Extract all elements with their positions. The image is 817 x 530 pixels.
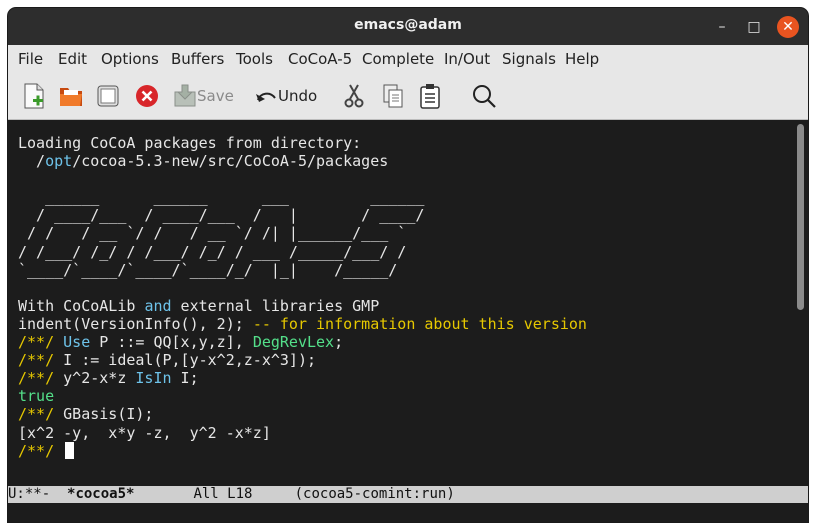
buffer-line: ______ ______ ___ ______ [18, 188, 424, 206]
paste-icon[interactable] [418, 83, 442, 109]
buffer-line: /**/ GBasis(I); [18, 405, 153, 423]
emacs-window: emacs@adam – □ ✕ File Edit Options Buffe… [8, 8, 808, 522]
mode-line-position: All L18 [134, 486, 295, 502]
mode-line-status: U:**- [8, 486, 68, 502]
menu-help[interactable]: Help [565, 50, 599, 68]
cocoa-prompt: /**/ [18, 441, 64, 460]
undo-icon[interactable] [254, 83, 278, 109]
mode-line-buffer-name: *cocoa5* [67, 486, 135, 502]
buffer-text-segment: GBasis(I); [63, 405, 154, 424]
buffer-text-segment: / /___/ /_/ / /___/ /_/ / ___ /_____/___… [18, 242, 407, 261]
buffer-line: / /___/ /_/ / /___/ /_/ / ___ /_____/___… [18, 243, 406, 261]
close-window-button[interactable]: ✕ [777, 16, 799, 38]
search-icon[interactable] [471, 83, 497, 109]
new-file-icon[interactable] [22, 83, 46, 109]
buffer-text-segment: -- for information about this version [252, 314, 587, 333]
buffer-text-segment: With CoCoALib [18, 296, 145, 315]
buffer-text-segment: [x^2 -y, x*y -z, y^2 -x*z] [18, 423, 271, 442]
buffer-text-segment: / / / __ `/ / / __ `/ /| |______/___ ` [18, 224, 407, 243]
buffer-text-segment: true [18, 387, 55, 406]
buffer-text-segment: IsIn [135, 369, 172, 388]
cocoa-prompt: /**/ [18, 351, 64, 370]
buffer-text-segment: Loading CoCoA packages from directory: [18, 134, 362, 152]
maximize-button[interactable]: □ [743, 16, 765, 38]
vertical-scrollbar[interactable] [793, 120, 808, 486]
mode-line-mode: (cocoa5-comint:run) [294, 486, 455, 502]
menu-tools[interactable]: Tools [236, 50, 273, 68]
cocoa-prompt: /**/ [18, 405, 64, 424]
menu-cocoa5[interactable]: CoCoA-5 [288, 50, 352, 68]
tool-bar: Save Undo [8, 73, 808, 120]
title-bar[interactable]: emacs@adam – □ ✕ [8, 8, 808, 45]
buffer-line: /**/ [18, 441, 75, 460]
menu-complete[interactable]: Complete [362, 50, 434, 68]
menu-bar: File Edit Options Buffers Tools CoCoA-5 … [8, 45, 808, 73]
copy-icon[interactable] [381, 83, 405, 109]
window-title: emacs@adam [354, 17, 462, 33]
buffer-text-segment: I; [171, 369, 199, 388]
buffer-text-segment: `____/`____/`____/`____/_/ |_| /_____/ [18, 260, 398, 279]
buffer-line: /**/ y^2-x*z IsIn I; [18, 369, 199, 387]
buffer-text-segment: /cocoa-5.3-new/src/CoCoA-5/packages [72, 152, 389, 171]
buffer-text-segment: I := ideal(P,[y-x^2,z-x^3]); [63, 351, 317, 370]
menu-file[interactable]: File [18, 50, 43, 68]
minimize-button[interactable]: – [711, 16, 733, 38]
buffer-text-segment: external libraries GMP [171, 296, 380, 315]
buffer-text-segment: opt [45, 152, 73, 171]
text-cursor [65, 441, 75, 459]
mode-line: U:**- *cocoa5* All L18 (cocoa5-comint:ru… [8, 486, 808, 503]
save-button: Save [197, 87, 234, 105]
buffer-text-segment: ; [334, 333, 344, 352]
buffer-text-segment: / ____/___ / ____/___ / | / ____/ [18, 206, 425, 225]
menu-in-out[interactable]: In/Out [444, 50, 490, 68]
buffer-line: [x^2 -y, x*y -z, y^2 -x*z] [18, 424, 271, 442]
cut-icon[interactable] [342, 83, 366, 109]
cocoa5-buffer[interactable]: Loading CoCoA packages from directory: /… [8, 120, 793, 486]
scrollbar-thumb[interactable] [797, 124, 804, 310]
menu-options[interactable]: Options [101, 50, 159, 68]
undo-button[interactable]: Undo [278, 87, 317, 105]
cocoa-prompt: /**/ [18, 369, 64, 388]
buffer-line: / ____/___ / ____/___ / | / ____/ [18, 206, 424, 224]
buffer-line: /**/ Use P ::= QQ[x,y,z], DegRevLex; [18, 333, 343, 351]
buffer-text-segment: and [144, 296, 172, 315]
menu-buffers[interactable]: Buffers [171, 50, 224, 68]
buffer-text-segment: / [18, 152, 46, 171]
open-folder-icon[interactable] [58, 83, 84, 109]
buffer-line: /opt/cocoa-5.3-new/src/CoCoA-5/packages [18, 152, 388, 170]
buffer-text-segment: P ::= QQ[x,y,z], [90, 333, 253, 352]
close-buffer-icon[interactable] [135, 83, 159, 109]
cocoa-prompt: /**/ [18, 333, 64, 352]
save-icon [173, 83, 197, 109]
menu-edit[interactable]: Edit [58, 50, 87, 68]
buffer-line: With CoCoALib and external libraries GMP [18, 297, 379, 315]
buffer-text-segment: y^2-x*z [63, 369, 136, 388]
dired-icon[interactable] [96, 83, 120, 109]
buffer-text-segment: ______ ______ ___ ______ [18, 188, 425, 207]
buffer-line: indent(VersionInfo(), 2); -- for informa… [18, 315, 587, 333]
buffer-text-segment: Use [63, 333, 91, 352]
buffer-text-segment: DegRevLex [252, 333, 335, 352]
buffer-line: Loading CoCoA packages from directory: [18, 134, 361, 152]
echo-area[interactable] [8, 503, 808, 522]
buffer-line: / / / __ `/ / / __ `/ /| |______/___ ` [18, 224, 406, 242]
buffer-line: /**/ I := ideal(P,[y-x^2,z-x^3]); [18, 351, 316, 369]
buffer-line: true [18, 387, 54, 405]
buffer-line: `____/`____/`____/`____/_/ |_| /_____/ [18, 261, 397, 279]
buffer-text[interactable]: Loading CoCoA packages from directory: /… [18, 134, 587, 460]
menu-signals[interactable]: Signals [502, 50, 556, 68]
buffer-text-segment: indent(VersionInfo(), 2); [18, 314, 253, 333]
